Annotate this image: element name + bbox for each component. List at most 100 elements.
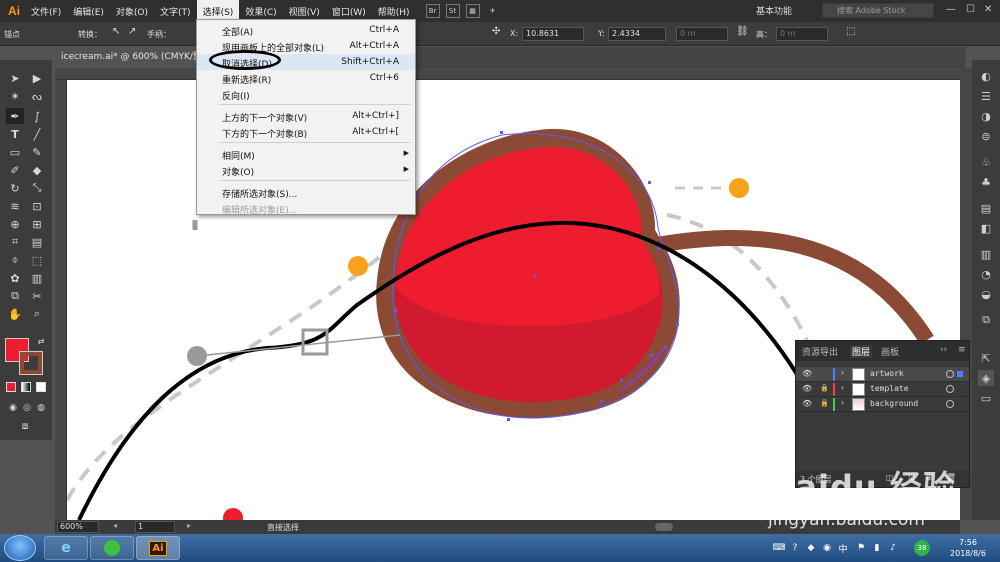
ie-taskbar-icon[interactable]: e [44,536,88,560]
free-transform-icon[interactable]: ⊡ [28,198,46,214]
none-mode-icon[interactable] [36,382,46,392]
tab-asset-export[interactable]: 资源导出 [802,345,838,358]
layer-row-background[interactable]: 👁 🔒 › background [796,397,969,412]
color-guide-icon[interactable]: ☰ [978,88,994,104]
anchor-point[interactable] [507,418,510,421]
badge-tray-icon[interactable]: 38 [914,540,930,556]
close-icon[interactable]: ✕ [984,4,992,15]
graph-tool-icon[interactable]: ▥ [28,270,46,286]
align-icon[interactable]: ✣ [492,26,500,37]
menu-object[interactable]: 对象(O) [110,0,154,22]
menu-next-object-below[interactable]: 下方的下一个对象(B) Alt+Ctrl+[ [197,124,415,140]
brushes-panel-icon[interactable]: ♣ [978,174,994,190]
layer-name[interactable]: artwork [870,369,904,378]
anchor-point[interactable] [650,354,653,357]
system-clock[interactable]: 7:56 2018/8/6 [940,537,996,559]
menu-next-object-above[interactable]: 上方的下一个对象(V) Alt+Ctrl+] [197,108,415,124]
target-circle-icon[interactable] [946,385,954,393]
visibility-eye-icon[interactable]: 👁 [802,384,812,393]
lasso-icon[interactable]: ᔓ [28,88,46,104]
arrange-documents-icon[interactable]: ▦ [465,4,480,18]
anchor-point[interactable] [676,323,679,326]
illustrator-taskbar-icon[interactable]: Ai [136,536,180,560]
start-button[interactable] [4,535,36,561]
eraser-icon[interactable]: ◆ [28,162,46,178]
panel-menu-icon[interactable]: ≡ [958,345,966,355]
rotate-tool-icon[interactable]: ↻ [6,180,24,196]
layer-name[interactable]: background [870,399,918,408]
rectangle-tool-icon[interactable]: ▭ [6,144,24,160]
swap-colors-icon[interactable]: ⇄ [36,336,46,346]
shaper-tool-icon[interactable]: ✐ [6,162,24,178]
menu-inverse[interactable]: 反向(I) [197,86,415,102]
draw-inside-icon[interactable]: ◍ [32,400,50,416]
menu-file[interactable]: 文件(F) [25,0,67,22]
app-taskbar-icon[interactable] [90,536,134,560]
volume-tray-icon[interactable]: ♪ [888,543,898,553]
transparency-icon[interactable]: ◑ [978,108,994,124]
app-tray-icon[interactable]: ◉ [822,543,832,553]
keyboard-tray-icon[interactable]: ⌨ [773,543,786,553]
menu-reselect[interactable]: 重新选择(R) Ctrl+6 [197,70,415,86]
bridge-button[interactable]: Br [425,4,440,18]
transform-icon[interactable]: ⬚ [846,26,855,37]
slice-tool-icon[interactable]: ✂ [28,288,46,304]
maximize-icon[interactable]: ☐ [966,4,975,15]
menu-edit[interactable]: 编辑(E) [67,0,110,22]
direct-selection-tool-icon[interactable]: ▶ [28,70,46,86]
perspective-grid-icon[interactable]: ⊞ [28,216,46,232]
anchor-point[interactable] [500,131,503,134]
stock-search-input[interactable]: 搜索 Adobe Stock [822,3,934,18]
next-artboard-icon[interactable]: ▸ [187,521,191,530]
selection-tool-icon[interactable]: ➤ [6,70,24,86]
zoom-tool-icon[interactable]: ⌕ [28,306,46,322]
panel-collapse-icon[interactable]: ›› [940,345,947,355]
selection-indicator[interactable] [957,371,963,377]
help-tray-icon[interactable]: ? [790,543,800,553]
scale-tool-icon[interactable]: ⤡ [28,180,46,196]
visibility-eye-icon[interactable]: 👁 [802,399,812,408]
ime-tray-icon[interactable]: 中 [838,543,848,555]
tab-artboards[interactable]: 画板 [881,345,899,358]
menu-select-all[interactable]: 全部(A) Ctrl+A [197,22,415,38]
layer-row-template[interactable]: 👁 🔒 › template [796,382,969,397]
expand-chevron-icon[interactable]: › [840,368,845,377]
menu-same[interactable]: 相同(M) ▶ [197,146,415,162]
target-circle-icon[interactable] [946,400,954,408]
direction-handle-left[interactable] [187,346,207,366]
gradient-panel-icon[interactable]: ▥ [978,246,994,262]
artboard-number-field[interactable]: 1 [135,521,175,533]
minimize-icon[interactable]: — [946,4,956,15]
align-panel-icon[interactable]: ⊜ [978,128,994,144]
symbols-panel-icon[interactable]: ♧ [978,154,994,170]
lock-icon[interactable]: 🔒 [820,384,829,392]
height-field[interactable]: 0 m [776,27,828,41]
convert-smooth-icon[interactable]: ↗ [128,26,136,37]
pathfinder-icon[interactable]: ◧ [978,220,994,236]
eyedropper-icon[interactable]: ⌽ [6,252,24,268]
y-field[interactable]: 2.4334 [608,27,666,41]
menu-object-submenu[interactable]: 对象(O) ▶ [197,162,415,178]
tab-layers[interactable]: 图层 [850,345,873,358]
lock-icon[interactable]: 🔒 [820,399,829,407]
anchor-point[interactable] [648,181,651,184]
anchor-point[interactable] [600,400,603,403]
hand-tool-icon[interactable]: ✋ [6,306,24,322]
target-circle-icon[interactable] [946,370,954,378]
document-tab[interactable]: icecream.ai* @ 600% (CMYK/预 [55,47,200,68]
symbol-sprayer-icon[interactable]: ✿ [6,270,24,286]
curvature-tool-icon[interactable]: ∫ [28,108,46,124]
security-tray-icon[interactable]: ◆ [806,543,816,553]
anchor-point[interactable] [620,379,623,382]
graphic-styles-icon[interactable]: ◒ [978,286,994,302]
artboards-panel-icon[interactable]: ▭ [978,390,994,406]
zoom-field[interactable]: 600% [57,521,99,533]
line-tool-icon[interactable]: ╱ [28,126,46,142]
type-tool-icon[interactable]: T [6,126,24,142]
prev-artboard-icon[interactable]: ◂ [113,521,117,530]
shape-builder-icon[interactable]: ⊕ [6,216,24,232]
width-tool-icon[interactable]: ≋ [6,198,24,214]
stroke-panel-icon[interactable]: ◔ [978,266,994,282]
layer-row-artwork[interactable]: 👁 › artwork [796,367,969,382]
mesh-tool-icon[interactable]: ⌗ [6,234,24,250]
